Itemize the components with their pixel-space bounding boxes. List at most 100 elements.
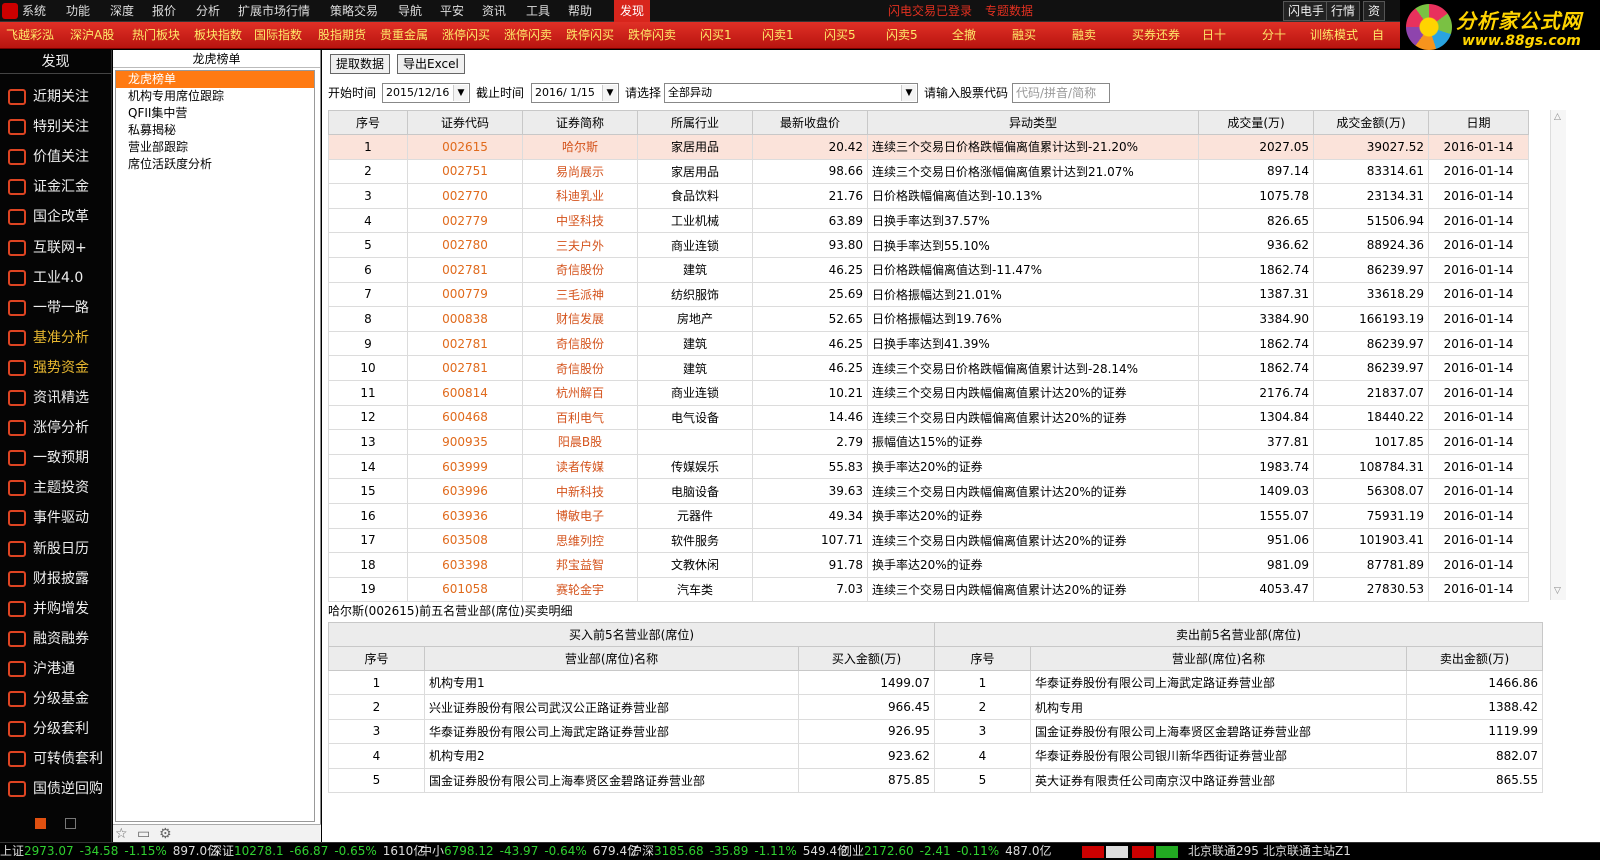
scroll-down-icon[interactable]: ▽	[1554, 586, 1561, 596]
menu-item[interactable]: 深度	[110, 0, 134, 22]
function-button[interactable]: 跌停闪卖	[628, 22, 676, 48]
nav-item[interactable]: 工业4.0	[0, 263, 112, 293]
nav-item[interactable]: 沪港通	[0, 654, 112, 684]
nav-layout-alt-icon[interactable]	[65, 818, 76, 829]
table-row[interactable]: 3 002770 科迪乳业 食品饮料 21.76 日价格跌幅偏离值达到-10.13% 107…	[328, 183, 1529, 209]
table-row[interactable]: 13 900935 阳晨B股 2.79 振幅值达15%的证券 377.81 1017.85 2…	[328, 429, 1529, 455]
table-row[interactable]: 7 000779 三毛派神 纺织服饰 25.69 日价格振幅达到21.01% 1387.31…	[328, 281, 1529, 308]
function-button[interactable]: 飞越彩泓	[6, 22, 54, 48]
menu-item[interactable]: 报价	[152, 0, 176, 22]
nav-layout-icon[interactable]	[35, 818, 46, 829]
buy-table-row[interactable]: 5 国金证券股份有限公司上海奉贤区金碧路证券营业部 875.85	[328, 767, 935, 793]
function-button[interactable]: 闪卖5	[886, 22, 918, 48]
buy-table-row[interactable]: 4 机构专用2 923.62	[328, 743, 935, 769]
table-row[interactable]: 4 002779 中坚科技 工业机械 63.89 日换手率达到37.57% 826.65 51…	[328, 207, 1529, 234]
index-ticker[interactable]: 创业2172.60 -2.41 -0.11% 487.0亿	[840, 843, 1052, 860]
stock-code-input[interactable]: 代码/拼音/简称	[1012, 83, 1110, 103]
gear-icon[interactable]: ⚙	[159, 826, 172, 842]
table-row[interactable]: 17 603508 思维列控 软件服务 107.71 连续三个交易日内跌幅偏离值累计达20…	[328, 527, 1529, 554]
nav-item[interactable]: 强势资金	[0, 353, 112, 383]
function-button[interactable]: 闪买1	[700, 22, 732, 48]
nav-item[interactable]: 国债逆回购	[0, 774, 112, 804]
function-button[interactable]: 融卖	[1072, 22, 1096, 48]
nav-item[interactable]: 分级套利	[0, 714, 112, 744]
export-excel-button[interactable]: 导出Excel	[397, 54, 465, 74]
table-row[interactable]: 1 002615 哈尔斯 家居用品 20.42 连续三个交易日价格跌幅偏离值累计达到-21…	[328, 134, 1529, 160]
nav-item[interactable]: 融资融券	[0, 624, 112, 654]
table-row[interactable]: 18 603398 邦宝益智 文教休闲 91.78 换手率达20%的证券 981.09 877…	[328, 552, 1529, 578]
folder-icon[interactable]: ▭	[137, 826, 150, 842]
menu-item[interactable]: 系统	[22, 0, 46, 22]
function-button[interactable]: 涨停闪买	[442, 22, 490, 48]
nav-item[interactable]: 财报披露	[0, 564, 112, 594]
tree-item[interactable]: 机构专用席位跟踪	[116, 88, 314, 105]
function-button[interactable]: 贵重金属	[380, 22, 428, 48]
tree-item[interactable]: QFII集中营	[116, 105, 314, 122]
menu-item[interactable]: 帮助	[568, 0, 592, 22]
function-button[interactable]: 日十	[1202, 22, 1226, 48]
tree-item[interactable]: 席位活跃度分析	[116, 156, 314, 173]
scroll-up-icon[interactable]: △	[1554, 112, 1561, 122]
column-header[interactable]: 成交金额(万)	[1313, 110, 1429, 135]
info-button[interactable]: 资	[1363, 1, 1386, 21]
end-date-picker[interactable]: 2016/ 1/15 ▼	[531, 83, 619, 103]
nav-item[interactable]: 一带一路	[0, 293, 112, 323]
buy-table-row[interactable]: 1 机构专用1 1499.07	[328, 669, 935, 696]
buy-table-row[interactable]: 3 华泰证券股份有限公司上海武定路证券营业部 926.95	[328, 718, 935, 745]
menu-item[interactable]: 策略交易	[330, 0, 378, 22]
column-header[interactable]: 证券代码	[407, 110, 523, 135]
menu-item[interactable]: 平安	[440, 0, 464, 22]
column-header[interactable]: 异动类型	[867, 110, 1199, 135]
function-button[interactable]: 热门板块	[132, 22, 180, 48]
sell-table-row[interactable]: 3 国金证券股份有限公司上海奉贤区金碧路证券营业部 1119.99	[934, 718, 1543, 745]
tree-item[interactable]: 私募揭秘	[116, 122, 314, 139]
nav-item[interactable]: 主题投资	[0, 473, 112, 503]
server-label[interactable]: 北京联通295	[1188, 843, 1259, 860]
table-scrollbar[interactable]: △ ▽	[1550, 110, 1566, 600]
table-row[interactable]: 10 002781 奇信股份 建筑 46.25 连续三个交易日价格跌幅偏离值累计达到-28…	[328, 355, 1529, 381]
sell-table-row[interactable]: 1 华泰证券股份有限公司上海武定路证券营业部 1466.86	[934, 669, 1543, 696]
chevron-down-icon[interactable]: ▼	[453, 85, 468, 101]
function-button[interactable]: 分十	[1262, 22, 1286, 48]
nav-item[interactable]: 可转债套利	[0, 744, 112, 774]
event-type-select[interactable]: 全部异动 ▼	[664, 83, 918, 103]
start-date-picker[interactable]: 2015/12/16 ▼	[382, 83, 470, 103]
table-row[interactable]: 8 000838 财信发展 房地产 52.65 日价格振幅达到19.76% 3384.90 1…	[328, 306, 1529, 332]
index-ticker[interactable]: 深证10278.1 -66.87 -0.65% 1610亿	[210, 843, 425, 860]
function-button[interactable]: 训练模式	[1310, 22, 1358, 48]
nav-item[interactable]: 价值关注	[0, 142, 112, 172]
nav-item[interactable]: 基准分析	[0, 323, 112, 353]
trade-login-notice[interactable]: 闪电交易已登录	[888, 0, 972, 22]
function-button[interactable]: 全撤	[952, 22, 976, 48]
function-button[interactable]: 跌停闪买	[566, 22, 614, 48]
nav-item[interactable]: 近期关注	[0, 82, 112, 112]
function-button[interactable]: 国际指数	[254, 22, 302, 48]
table-row[interactable]: 15 603996 中新科技 电脑设备 39.63 连续三个交易日内跌幅偏离值累计达20%…	[328, 478, 1529, 504]
sell-table-row[interactable]: 2 机构专用 1388.42	[934, 694, 1543, 720]
index-ticker[interactable]: 中小6798.12 -43.97 -0.64% 679.4亿	[420, 843, 639, 860]
table-row[interactable]: 19 601058 赛轮金宇 汽车类 7.03 连续三个交易日内跌幅偏离值累计达20%的证…	[328, 576, 1529, 603]
menu-item[interactable]: 发现	[614, 0, 651, 22]
nav-item[interactable]: 特别关注	[0, 112, 112, 142]
menu-item[interactable]: 资讯	[482, 0, 506, 22]
menu-item[interactable]: 导航	[398, 0, 422, 22]
menu-item[interactable]: 功能	[66, 0, 90, 22]
table-row[interactable]: 9 002781 奇信股份 建筑 46.25 日换手率达到41.39% 1862.74 862…	[328, 330, 1529, 357]
nav-item[interactable]: 互联网+	[0, 233, 112, 263]
nav-item[interactable]: 涨停分析	[0, 413, 112, 443]
function-button[interactable]: 闪卖1	[762, 22, 794, 48]
quote-button[interactable]: 行情	[1326, 1, 1361, 21]
column-header[interactable]: 日期	[1428, 110, 1529, 135]
topic-data-link[interactable]: 专题数据	[985, 0, 1033, 22]
sell-table-row[interactable]: 4 华泰证券股份有限公司银川新华西街证券营业部 882.07	[934, 743, 1543, 769]
column-header[interactable]: 证券简称	[522, 110, 638, 135]
main-server-label[interactable]: 北京联通主站Z1	[1263, 843, 1351, 860]
column-header[interactable]: 所属行业	[637, 110, 753, 135]
chevron-down-icon[interactable]: ▼	[602, 85, 617, 101]
nav-item[interactable]: 事件驱动	[0, 503, 112, 533]
table-row[interactable]: 12 600468 百利电气 电气设备 14.46 连续三个交易日内跌幅偏离值累计达20%…	[328, 404, 1529, 431]
nav-item[interactable]: 分级基金	[0, 684, 112, 714]
table-row[interactable]: 6 002781 奇信股份 建筑 46.25 日价格跌幅偏离值达到-11.47% 1862.…	[328, 256, 1529, 283]
star-icon[interactable]: ☆	[115, 826, 128, 842]
nav-item[interactable]: 一致预期	[0, 443, 112, 473]
